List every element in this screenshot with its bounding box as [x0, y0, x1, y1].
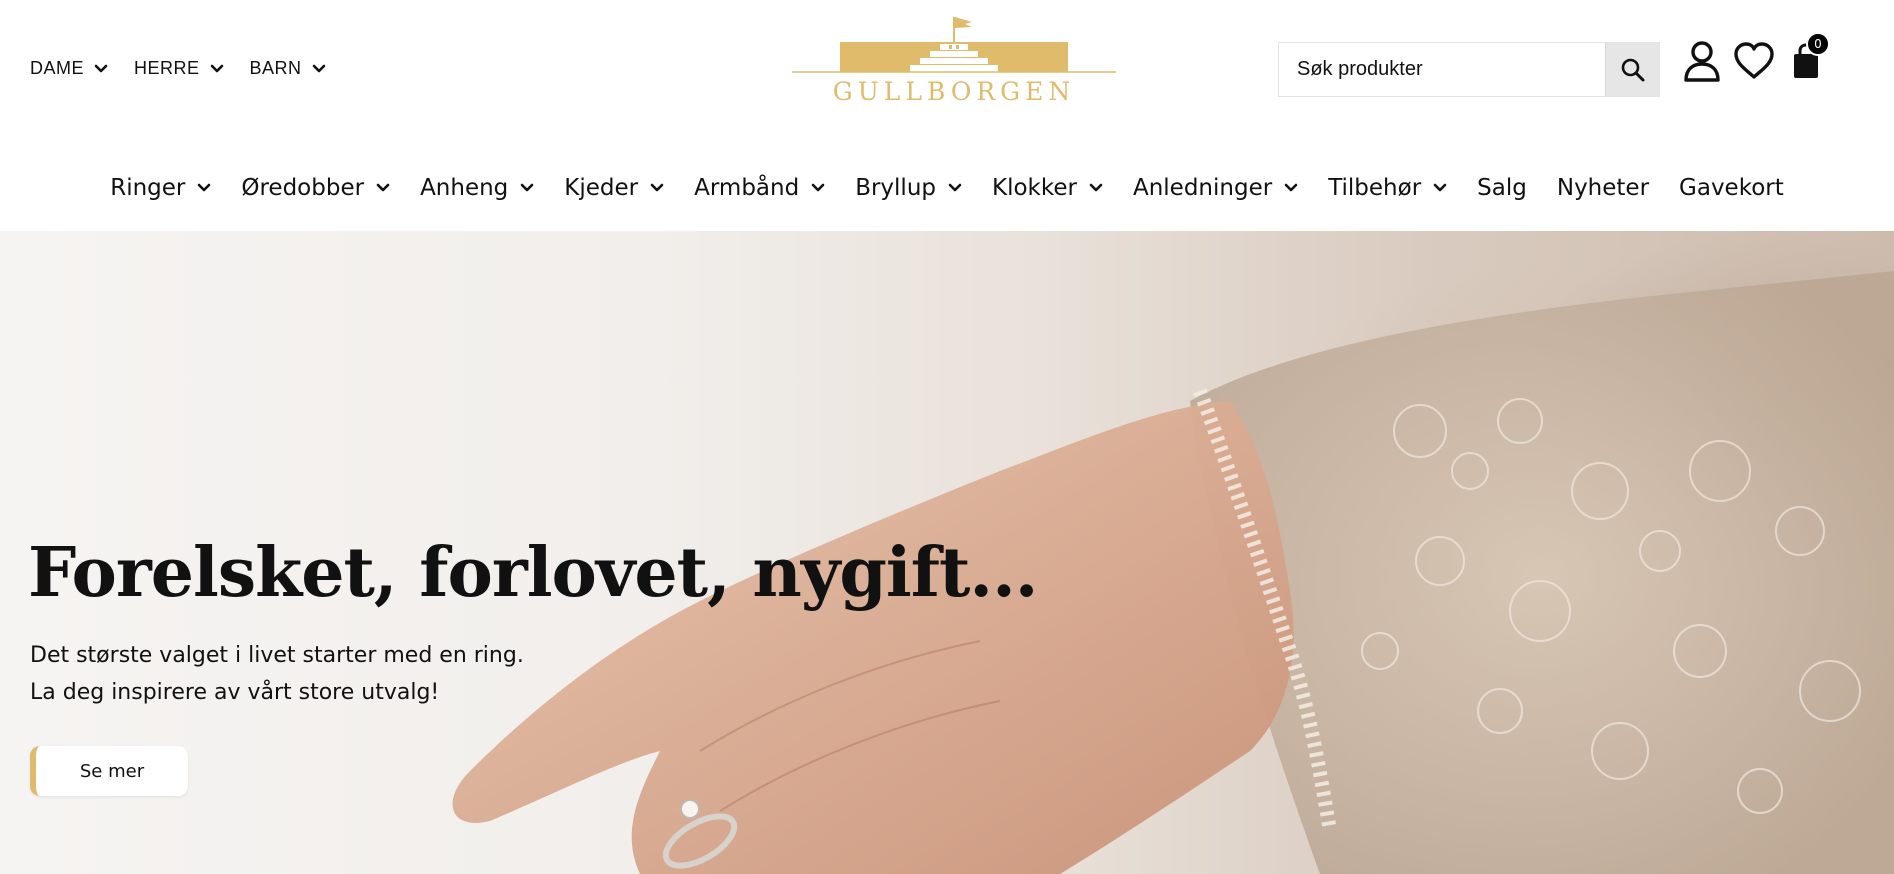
site-logo[interactable]: GULLBORGEN	[790, 14, 1118, 106]
nav-item-label: Armbånd	[694, 175, 800, 201]
chevron-down-icon	[1433, 183, 1447, 192]
nav-item-oredobber[interactable]: Øredobber	[241, 175, 390, 201]
nav-item-label: Øredobber	[241, 175, 365, 201]
nav-item-label: Tilbehør	[1328, 175, 1422, 201]
search-bar	[1278, 42, 1660, 97]
search-icon	[1621, 58, 1644, 81]
chevron-down-icon	[811, 183, 825, 192]
chevron-down-icon	[376, 183, 390, 192]
nav-item-label: Salg	[1477, 175, 1527, 201]
heart-icon	[1734, 42, 1774, 79]
account-button[interactable]	[1680, 36, 1724, 86]
site-header: DAME HERRE BARN GULLBORGEN Søk produkter…	[0, 0, 1894, 140]
nav-item-label: Ringer	[110, 175, 186, 201]
search-button[interactable]	[1605, 43, 1659, 96]
hero-title: Forelsket, forlovet, nygift...	[28, 533, 1038, 613]
nav-item-anledninger[interactable]: Anledninger	[1133, 175, 1298, 201]
nav-item-klokker[interactable]: Klokker	[992, 175, 1103, 201]
gender-nav-herre[interactable]: HERRE	[134, 58, 224, 79]
gender-nav: DAME HERRE BARN	[30, 58, 352, 79]
nav-item-armband[interactable]: Armbånd	[694, 175, 825, 201]
chevron-down-icon	[1089, 183, 1103, 192]
cart-count-badge: 0	[1806, 32, 1830, 56]
nav-item-bryllup[interactable]: Bryllup	[855, 175, 962, 201]
hero-subtitle-line1: Det største valget i livet starter med e…	[30, 643, 524, 668]
nav-item-nyheter[interactable]: Nyheter	[1557, 175, 1649, 201]
see-more-button[interactable]: Se mer	[30, 746, 188, 796]
nav-item-label: Kjeder	[564, 175, 639, 201]
chevron-down-icon	[520, 183, 534, 192]
nav-item-gavekort[interactable]: Gavekort	[1679, 175, 1784, 201]
gender-nav-dame[interactable]: DAME	[30, 58, 108, 79]
search-input[interactable]	[1279, 43, 1605, 96]
header-icons: 0	[1680, 32, 1836, 86]
chevron-down-icon	[312, 64, 325, 72]
nav-item-kjeder[interactable]: Kjeder	[564, 175, 664, 201]
chevron-down-icon	[650, 183, 664, 192]
main-nav: Ringer Øredobber Anheng Kjeder Armbånd B…	[0, 160, 1894, 216]
hero-subtitle-line2: La deg inspirere av vårt store utvalg!	[30, 680, 440, 705]
gender-nav-label: DAME	[30, 58, 85, 78]
logo-text: GULLBORGEN	[833, 77, 1076, 106]
chevron-down-icon	[94, 64, 108, 72]
castle-logo-icon: GULLBORGEN	[792, 17, 1116, 106]
nav-item-label: Nyheter	[1556, 175, 1650, 201]
nav-item-tilbehor[interactable]: Tilbehør	[1328, 175, 1447, 201]
chevron-down-icon	[210, 64, 223, 72]
chevron-down-icon	[948, 183, 962, 192]
wishlist-button[interactable]	[1732, 36, 1776, 86]
user-icon	[1684, 41, 1720, 82]
nav-item-ringer[interactable]: Ringer	[110, 175, 211, 201]
nav-item-salg[interactable]: Salg	[1477, 175, 1527, 201]
nav-item-anheng[interactable]: Anheng	[420, 175, 534, 201]
gender-nav-barn[interactable]: BARN	[250, 58, 326, 79]
hero-banner: Forelsket, forlovet, nygift... Det størs…	[0, 231, 1894, 874]
nav-item-label: Anledninger	[1132, 175, 1273, 201]
nav-item-label: Anheng	[420, 175, 509, 201]
chevron-down-icon	[1284, 183, 1298, 192]
nav-item-label: Bryllup	[855, 175, 936, 201]
chevron-down-icon	[198, 183, 211, 192]
gender-nav-label: BARN	[249, 58, 302, 78]
gender-nav-label: HERRE	[134, 58, 200, 78]
cart-button[interactable]: 0	[1784, 32, 1830, 86]
nav-item-label: Gavekort	[1679, 175, 1784, 201]
nav-item-label: Klokker	[992, 175, 1077, 201]
